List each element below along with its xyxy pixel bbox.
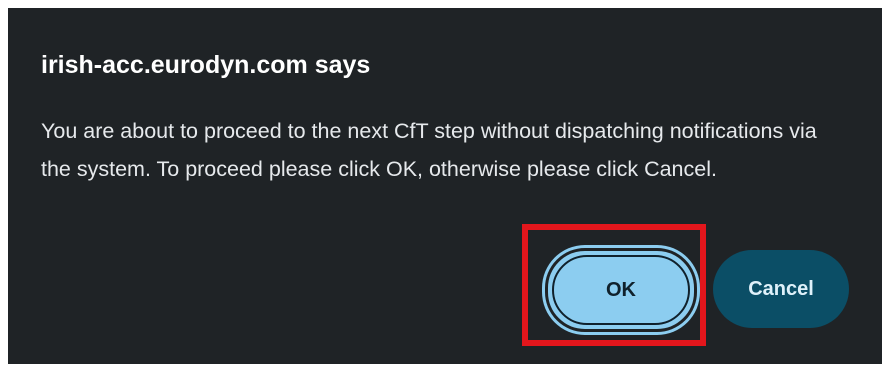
cancel-button[interactable]: Cancel [713,250,849,328]
highlight-box [522,224,706,346]
dialog-message: You are about to proceed to the next CfT… [41,119,817,181]
dialog-title: irish-acc.eurodyn.com says [41,51,371,79]
cancel-button-label: Cancel [748,277,814,300]
